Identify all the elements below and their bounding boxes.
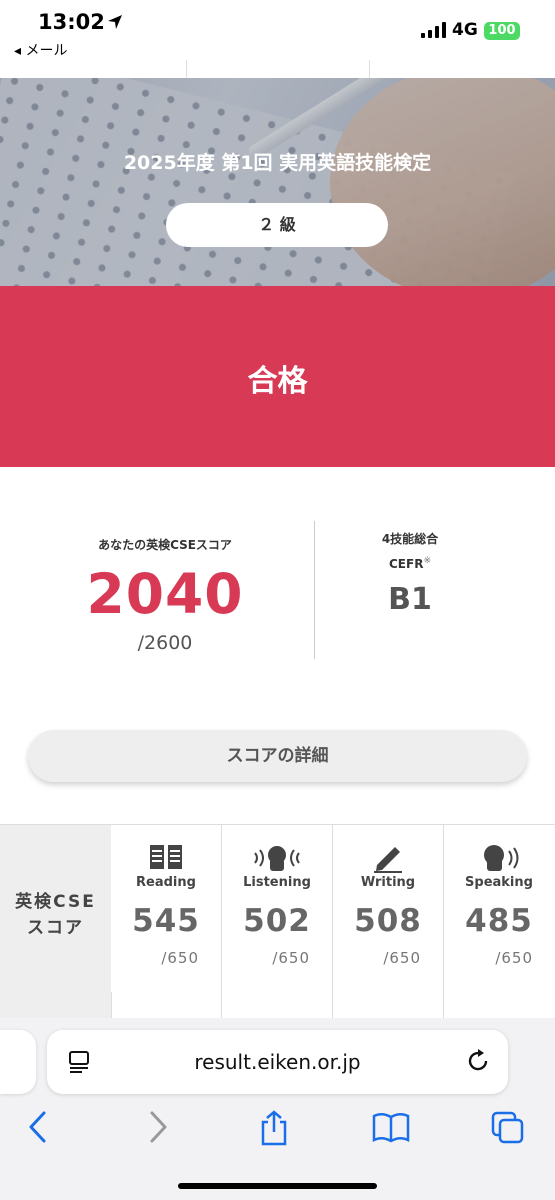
skill-cell-listening: Listening 502 /650 <box>222 825 333 994</box>
exam-title: 2025年度 第1回 実用英語技能検定 <box>123 152 432 174</box>
grade-badge: ２ 級 <box>166 203 388 247</box>
skill-score: 508 <box>354 903 422 939</box>
share-icon[interactable] <box>258 1110 290 1146</box>
skill-score: 485 <box>465 903 533 939</box>
divider <box>369 60 370 78</box>
battery-icon: 100 <box>484 22 520 40</box>
back-icon[interactable] <box>26 1110 50 1144</box>
divider <box>186 60 187 78</box>
location-icon <box>108 15 122 29</box>
skill-max: /650 <box>272 949 310 967</box>
divider <box>314 521 315 659</box>
signal-icon <box>421 22 446 38</box>
previous-tab-preview[interactable] <box>0 1030 36 1094</box>
row-header: 英検CSE スコア <box>0 825 112 993</box>
skill-name: Listening <box>243 875 311 890</box>
result-banner: 合格 <box>0 286 555 467</box>
skill-max: /650 <box>383 949 421 967</box>
skill-score: 545 <box>132 903 200 939</box>
cefr-label: CEFR※ <box>389 556 431 571</box>
skill-score: 502 <box>243 903 311 939</box>
hero-banner <box>0 78 555 286</box>
clock: 13:02 <box>38 10 105 34</box>
score-detail-button[interactable]: スコアの詳細 <box>28 730 527 782</box>
skill-cell-reading: Reading 545 /650 <box>111 825 222 994</box>
skill-name: Reading <box>136 875 196 890</box>
skill-name: Speaking <box>465 875 533 890</box>
skill-max: /650 <box>161 949 199 967</box>
listening-icon <box>254 846 300 871</box>
book-icon <box>150 845 182 869</box>
skill-name: Writing <box>360 875 416 890</box>
cefr-value: B1 <box>388 582 432 617</box>
skill-score-table: 英検CSE スコア Reading 545 /650 Listening 502 … <box>0 824 555 994</box>
skill-max: /650 <box>495 949 533 967</box>
status-bar: 13:02 ◂ メール 4G 100 <box>0 0 555 78</box>
cefr-note-mark: ※ <box>423 556 431 566</box>
forward-icon[interactable] <box>146 1110 170 1144</box>
pencil-icon <box>374 847 402 873</box>
four-skills-title: 4技能総合 <box>381 532 439 546</box>
url-text[interactable]: result.eiken.or.jp <box>47 1050 508 1074</box>
skill-cell-speaking: Speaking 485 /650 <box>444 825 555 994</box>
result-label: 合格 <box>247 364 308 399</box>
skill-cell-writing: Writing 508 /650 <box>333 825 444 994</box>
cse-score-value: 2040 <box>86 562 244 626</box>
back-to-mail-button[interactable]: ◂ メール <box>14 40 67 60</box>
cse-score-max: /2600 <box>137 632 193 654</box>
speaking-icon <box>484 845 519 871</box>
home-indicator <box>178 1183 377 1189</box>
bookmarks-icon[interactable] <box>371 1110 411 1144</box>
reload-icon[interactable] <box>465 1048 491 1074</box>
network-type: 4G <box>452 20 478 40</box>
tabs-icon[interactable] <box>490 1110 526 1146</box>
cse-score-label: あなたの英検CSEスコア <box>98 538 232 552</box>
